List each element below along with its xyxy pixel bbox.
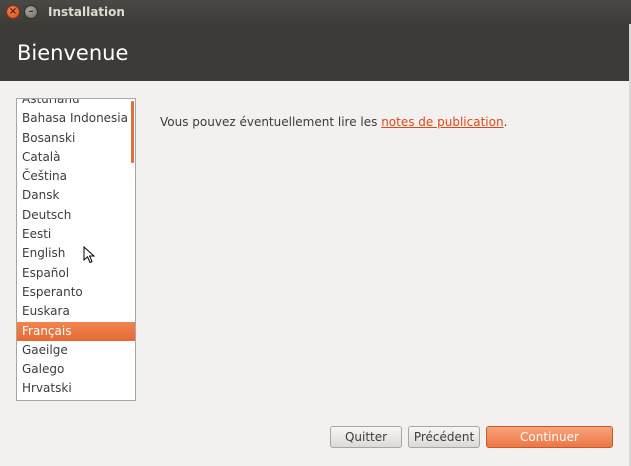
language-item[interactable]: Español xyxy=(17,264,135,283)
language-item[interactable]: Eesti xyxy=(17,225,135,244)
language-item[interactable]: Asturianu xyxy=(17,99,135,109)
language-item[interactable]: Bahasa Indonesia xyxy=(17,109,135,128)
mouse-pointer-icon xyxy=(83,246,96,264)
continue-button[interactable]: Continuer xyxy=(486,426,613,448)
language-item[interactable]: Galego xyxy=(17,360,135,379)
language-list[interactable]: Asturianu Bahasa Indonesia Bosanski Català Č… xyxy=(16,98,136,401)
window-title: Installation xyxy=(48,5,125,19)
release-notes-suffix: . xyxy=(503,115,508,129)
previous-button[interactable]: Précédent xyxy=(408,426,480,448)
language-item[interactable]: English xyxy=(17,244,135,263)
page-header: Bienvenue xyxy=(0,24,631,81)
quit-button[interactable]: Quitter xyxy=(330,426,402,448)
release-notes-link[interactable]: notes de publication xyxy=(381,115,503,129)
language-item[interactable]: Deutsch xyxy=(17,206,135,225)
language-item[interactable]: Dansk xyxy=(17,186,135,205)
page-title: Bienvenue xyxy=(17,40,129,65)
window-titlebar: × – Installation xyxy=(0,0,631,24)
language-item[interactable]: Euskara xyxy=(17,302,135,321)
main-content: Asturianu Bahasa Indonesia Bosanski Català Č… xyxy=(0,81,631,466)
release-notes-text: Vous pouvez éventuellement lire les note… xyxy=(160,115,507,129)
language-item[interactable]: Íslenska xyxy=(17,399,135,400)
language-item[interactable]: Català xyxy=(17,148,135,167)
close-icon[interactable]: × xyxy=(6,5,20,19)
language-item[interactable]: Čeština xyxy=(17,167,135,186)
language-item[interactable]: Hrvatski xyxy=(17,379,135,398)
language-list-items: Asturianu Bahasa Indonesia Bosanski Català Č… xyxy=(17,99,135,400)
language-item[interactable]: Gaeilge xyxy=(17,341,135,360)
language-list-scrollbar[interactable] xyxy=(131,101,134,163)
minimize-icon[interactable]: – xyxy=(24,5,38,19)
language-item[interactable]: Français xyxy=(17,321,135,341)
language-item[interactable]: Bosanski xyxy=(17,129,135,148)
release-notes-prefix: Vous pouvez éventuellement lire les xyxy=(160,115,382,129)
language-item[interactable]: Esperanto xyxy=(17,283,135,302)
